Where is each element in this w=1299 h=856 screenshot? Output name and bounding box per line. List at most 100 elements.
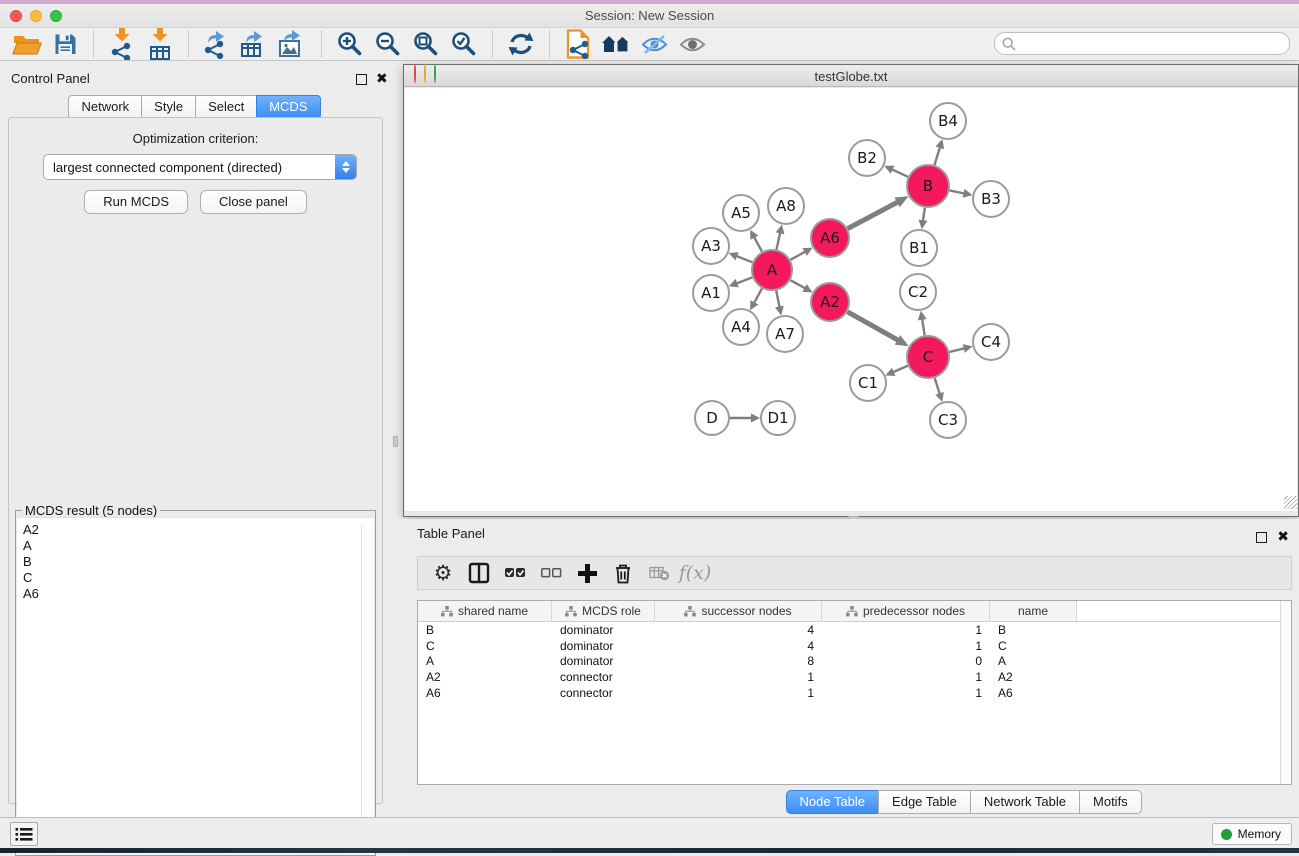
function-builder-icon[interactable]: f(x) [680,559,710,587]
zoom-out-icon[interactable] [369,29,407,59]
table-cell[interactable]: A6 [418,686,552,700]
result-item[interactable]: A2 [23,522,374,538]
table-cell[interactable]: 8 [655,654,822,668]
edge-C-C3[interactable] [935,378,940,395]
column-header-name[interactable]: name [990,601,1077,621]
edge-C-C2[interactable] [922,318,925,336]
float-panel-icon[interactable] [356,74,367,85]
show-all-icon[interactable] [673,29,711,59]
table-cell[interactable]: 1 [655,686,822,700]
result-item[interactable]: B [23,554,374,570]
result-item[interactable]: A6 [23,586,374,602]
first-neighbors-icon[interactable] [597,29,635,59]
table-row[interactable]: A6connector11A6 [418,685,1291,701]
tab-style[interactable]: Style [141,95,196,119]
table-cell[interactable]: A2 [990,670,1077,684]
table-cell[interactable]: dominator [552,623,655,637]
zoom-fit-icon[interactable] [407,29,445,59]
export-table-icon[interactable] [236,29,274,59]
edge-A-A1[interactable] [735,277,752,283]
search-box[interactable] [994,32,1290,55]
tab-network[interactable]: Network [68,95,142,119]
column-header-shared-name[interactable]: shared name [418,601,552,621]
table-cell[interactable]: 1 [822,623,990,637]
vertical-splitter-handle[interactable] [393,436,398,447]
edge-A-A6[interactable] [790,251,806,260]
task-history-button[interactable] [10,822,38,846]
import-network-icon[interactable] [103,29,141,59]
delete-column-icon[interactable] [608,559,638,587]
run-mcds-button[interactable]: Run MCDS [84,190,188,214]
edge-A-A8[interactable] [776,231,780,249]
delete-table-icon[interactable] [644,559,674,587]
edge-A-A7[interactable] [776,291,780,309]
edge-A6-B[interactable] [848,201,899,228]
window-resize-grip[interactable] [1284,496,1297,509]
edge-A2-C[interactable] [847,312,899,341]
edge-A-A2[interactable] [790,280,806,289]
refresh-view-icon[interactable] [502,29,540,59]
node-table[interactable]: shared nameMCDS rolesuccessor nodesprede… [417,600,1292,785]
table-cell[interactable]: 1 [822,639,990,653]
edge-C-C1[interactable] [892,366,908,373]
table-cell[interactable]: B [990,623,1077,637]
table-scrollbar[interactable] [1280,601,1291,784]
result-item[interactable]: A [23,538,374,554]
table-row[interactable]: A2connector11A2 [418,669,1291,685]
table-cell[interactable]: A [990,654,1077,668]
edge-B-B2[interactable] [891,169,908,177]
mcds-result-list[interactable]: A2ABCA6 [17,517,374,854]
table-cell[interactable]: B [418,623,552,637]
result-item[interactable]: C [23,570,374,586]
edge-B-B4[interactable] [934,146,940,165]
criterion-dropdown[interactable]: largest connected component (directed) [43,154,357,180]
table-row[interactable]: Bdominator41B [418,622,1291,638]
select-all-icon[interactable] [500,559,530,587]
table-cell[interactable]: 1 [822,686,990,700]
tab-network-table[interactable]: Network Table [970,790,1080,814]
edge-B-B1[interactable] [923,208,925,222]
import-table-icon[interactable] [141,29,179,59]
table-cell[interactable]: 4 [655,639,822,653]
save-session-icon[interactable] [46,29,84,59]
table-cell[interactable]: dominator [552,654,655,668]
add-column-icon[interactable] [572,559,602,587]
column-header-MCDS-role[interactable]: MCDS role [552,601,655,621]
table-cell[interactable]: 1 [822,670,990,684]
table-cell[interactable]: 1 [655,670,822,684]
edge-A-A4[interactable] [753,288,762,304]
zoom-selected-icon[interactable] [445,29,483,59]
export-image-icon[interactable] [274,29,312,59]
column-header-successor-nodes[interactable]: successor nodes [655,601,822,621]
table-cell[interactable]: A2 [418,670,552,684]
deselect-all-icon[interactable] [536,559,566,587]
table-cell[interactable]: connector [552,670,655,684]
export-network-icon[interactable] [198,29,236,59]
tab-motifs[interactable]: Motifs [1079,790,1142,814]
table-cell[interactable]: C [990,639,1077,653]
float-table-panel-icon[interactable] [1256,532,1267,543]
zoom-in-icon[interactable] [331,29,369,59]
table-cell[interactable]: connector [552,686,655,700]
search-input[interactable] [1020,35,1289,53]
tab-node-table[interactable]: Node Table [786,790,880,814]
table-row[interactable]: Adominator80A [418,654,1291,670]
show-column-icon[interactable] [464,559,494,587]
tab-mcds[interactable]: MCDS [256,95,320,119]
close-panel-icon[interactable]: ✖ [376,71,388,85]
network-graph[interactable]: B4B2BB3A8A5A6A3B1AA1C2A2A4A7C4CC1C3DD1 [405,88,1297,511]
open-session-icon[interactable] [8,29,46,59]
table-cell[interactable]: dominator [552,639,655,653]
hide-selected-icon[interactable] [635,29,673,59]
table-cell[interactable]: A6 [990,686,1077,700]
edge-C-C4[interactable] [949,348,965,352]
network-window-titlebar[interactable]: testGlobe.txt [404,65,1298,87]
column-header-predecessor-nodes[interactable]: predecessor nodes [822,601,990,621]
table-row[interactable]: Cdominator41C [418,638,1291,654]
table-cell[interactable]: 0 [822,654,990,668]
table-cell[interactable]: A [418,654,552,668]
table-settings-icon[interactable]: ⚙ [428,559,458,587]
tab-edge-table[interactable]: Edge Table [878,790,971,814]
result-scrollbar[interactable] [361,524,373,853]
edge-A-A5[interactable] [753,236,762,252]
